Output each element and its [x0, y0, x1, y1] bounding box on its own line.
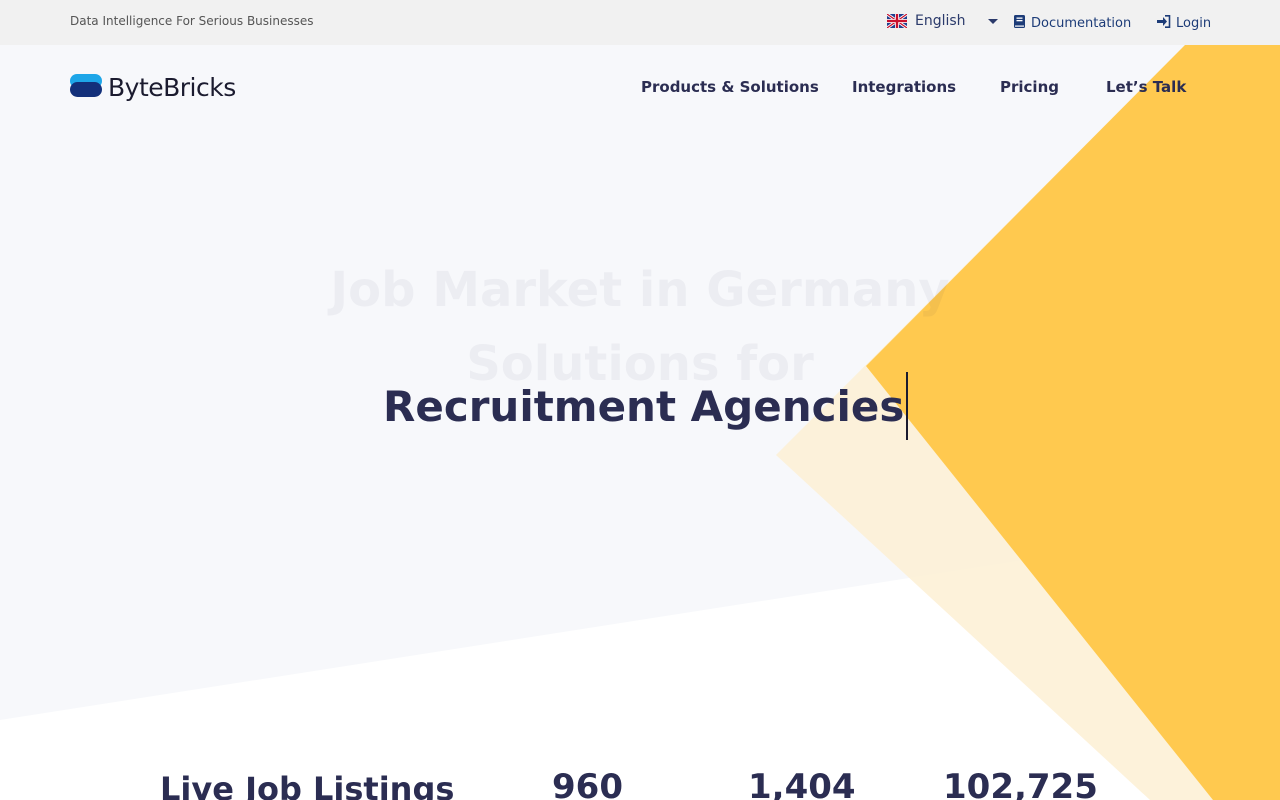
login-label: Login — [1176, 16, 1212, 31]
chevron-down-icon — [987, 18, 998, 24]
hero-heading: Recruitment Agencies — [383, 372, 909, 440]
stats-title: Live Job Listings — [160, 770, 455, 800]
stat-value-1: 960 — [552, 767, 623, 800]
nav-pricing[interactable]: Pricing — [1000, 78, 1059, 96]
language-label: English — [915, 13, 966, 29]
documentation-link[interactable]: Documentation — [1014, 15, 1131, 32]
main-navigation: Products & Solutions Integrations Pricin… — [0, 78, 1280, 102]
hero-faded-line-1: Job Market in Germany — [330, 262, 950, 318]
nav-lets-talk[interactable]: Let’s Talk — [1106, 78, 1186, 96]
typing-cursor — [906, 372, 909, 440]
language-selector[interactable]: English — [886, 12, 998, 30]
documentation-label: Documentation — [1031, 16, 1132, 31]
book-icon — [1014, 15, 1025, 32]
uk-flag-icon — [886, 12, 908, 30]
stat-value-2: 1,404 — [748, 767, 856, 800]
nav-products-solutions[interactable]: Products & Solutions — [641, 78, 819, 96]
top-bar: Data Intelligence For Serious Businesses… — [0, 0, 1280, 45]
sign-in-icon — [1157, 15, 1171, 32]
login-link[interactable]: Login — [1157, 15, 1211, 32]
tagline: Data Intelligence For Serious Businesses — [70, 14, 314, 28]
hero-typed-text: Recruitment Agencies — [383, 381, 905, 431]
nav-integrations[interactable]: Integrations — [852, 78, 956, 96]
stat-value-3: 102,725 — [943, 767, 1098, 800]
